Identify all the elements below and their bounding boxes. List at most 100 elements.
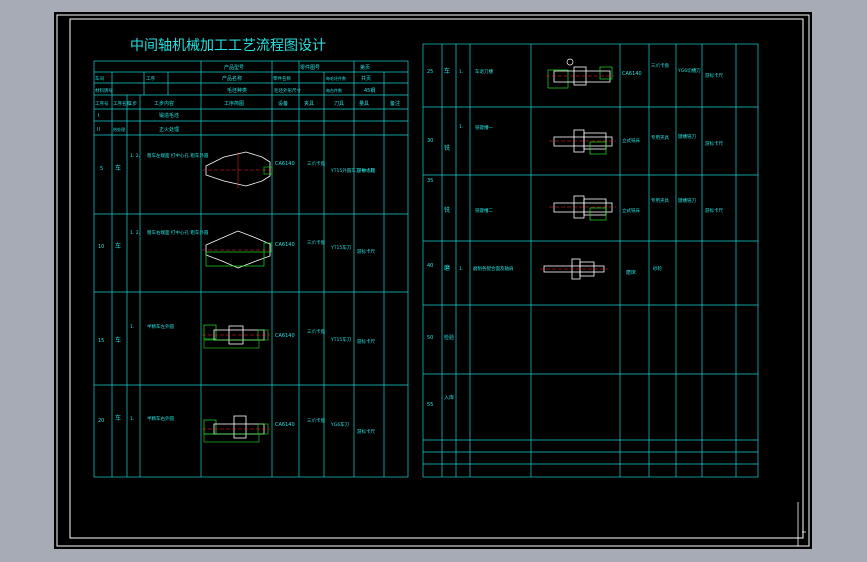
left-table-grid <box>93 60 409 478</box>
right-table-grid <box>422 43 759 478</box>
row-fixture: 三爪卡盘 <box>307 239 325 246</box>
row-tool: YT15车刀 <box>330 244 352 251</box>
sketch-op25 <box>546 58 614 89</box>
workshop-label: 车间 <box>95 75 104 82</box>
row-no: 55 <box>427 402 433 408</box>
sketch-op40 <box>540 258 608 280</box>
sketch-op15 <box>202 324 270 349</box>
row-no: 40 <box>427 263 433 269</box>
row-step: 1. <box>130 324 134 330</box>
drawing-title: 中间轴机械加工工艺流程图设计 <box>130 38 326 54</box>
col-header-fixture: 夹具 <box>304 100 314 107</box>
row-step: 1. <box>130 416 134 422</box>
row-fixture: 三爪卡盘 <box>307 328 325 335</box>
sketch-op35 <box>549 195 616 221</box>
row-no: I <box>98 113 99 119</box>
right-row-30: 30 铣 1. 铣键槽一 立式铣床 专用夹具 键槽铣刀 游标卡尺 <box>427 124 723 152</box>
row-content: 铣键槽二 <box>475 207 493 214</box>
row-equip: CA6140 <box>275 422 295 428</box>
row-equip: CA6140 <box>275 242 295 248</box>
blank-type-label: 毛坯种类 <box>227 87 247 94</box>
row-no: 15 <box>98 338 104 344</box>
process-flow-drawing: 中间轴机械加工工艺流程图设计 产品型号 零件图号 第页 产品名称 零件名称 车间… <box>56 14 810 547</box>
col-header-no: 工序号 <box>95 100 109 107</box>
row-name: 车 <box>115 242 121 250</box>
left-row-2: II 热处理 正火处理 <box>97 126 179 133</box>
row-no: 50 <box>427 335 433 341</box>
sketch-op10 <box>202 230 272 269</box>
total-sheet-label: 共页 <box>361 75 371 82</box>
right-row-55: 55 入库 <box>427 394 454 408</box>
row-equip: 磨床 <box>626 269 636 276</box>
product-name-label: 产品名称 <box>222 75 242 82</box>
row-step: 1. <box>459 124 463 130</box>
row-content: 粗车左端面 打中心孔 粗车外圆 <box>147 152 209 159</box>
row-equip: CA6140 <box>622 71 642 77</box>
row-name: 检验 <box>444 334 454 341</box>
row-name: 车 <box>444 67 450 75</box>
per-unit-label: 每台件数 <box>326 87 342 93</box>
row-tool: YG6切槽刀 <box>677 67 701 74</box>
row-fixture: 三爪卡盘 <box>307 160 325 167</box>
per-blank-label: 每毛坯件数 <box>326 75 346 81</box>
row-step: 1. <box>459 69 463 75</box>
row-gauge: 游标卡尺 <box>357 248 375 255</box>
row-name: 车 <box>115 164 121 172</box>
row-equip: 立式铣床 <box>622 137 640 144</box>
right-row-40: 40 磨 1. 磨削各配合面及轴肩 磨床 砂轮 <box>427 263 662 276</box>
row-gauge: 游标卡尺 <box>705 140 723 147</box>
sketch-op30 <box>549 129 616 155</box>
row-name: 铣 <box>444 206 450 214</box>
row-content: 锻造毛坯 <box>159 112 179 119</box>
row-content: 磨削各配合面及轴肩 <box>473 265 514 272</box>
row-equip: CA6140 <box>275 333 295 339</box>
blank-size-label: 毛坯外形尺寸 <box>274 87 301 94</box>
row-content: 半精车右外圆 <box>147 415 174 422</box>
row-no: 35 <box>427 178 433 184</box>
part-no-label: 零件图号 <box>300 64 320 71</box>
row-fixture: 三爪卡盘 <box>307 417 325 424</box>
col-header-step: 工步 <box>128 101 137 107</box>
row-no: 20 <box>98 418 104 424</box>
row-content: 半精车左外圆 <box>147 323 174 330</box>
row-tool: YT15车刀 <box>330 336 352 343</box>
row-step: 1. <box>459 266 463 272</box>
row-no: II <box>97 127 100 133</box>
row-fixture: 三爪卡盘 <box>651 62 669 69</box>
row-no: 30 <box>427 138 433 144</box>
row-step: 1. 2. <box>130 153 140 159</box>
row-name: 磨 <box>444 264 450 272</box>
left-table-header: 产品型号 零件图号 第页 产品名称 零件名称 车间 工序 共页 材料牌号 45钢… <box>95 64 375 94</box>
sketch-op20 <box>202 415 270 443</box>
row-name: 热处理 <box>113 126 125 132</box>
material-label: 材料牌号 <box>95 87 113 94</box>
row-name: 铣 <box>444 144 450 152</box>
row-tool: YG6车刀 <box>330 421 350 428</box>
row-tool: 键槽铣刀 <box>678 133 696 140</box>
left-row-20: 20 车 1. 半精车右外圆 CA6140 三爪卡盘 YG6车刀 游标卡尺 <box>98 414 375 435</box>
row-equip: 立式铣床 <box>622 207 640 214</box>
row-tool: 砂轮 <box>653 265 662 272</box>
sketch-op5 <box>202 151 273 188</box>
left-row-1: I 锻造毛坯 <box>98 112 179 119</box>
right-row-25: 25 车 1. 车退刀槽 CA6140 三爪卡盘 YG6切槽刀 游标卡尺 <box>427 62 723 79</box>
row-gauge: 游标卡尺 <box>357 167 375 174</box>
left-row-10: 10 车 1. 2. 粗车右端面 打中心孔 粗车外圆 CA6140 三爪卡盘 Y… <box>98 229 375 255</box>
col-header-remark: 备注 <box>390 100 400 107</box>
col-header-content: 工步内容 <box>154 100 174 107</box>
product-model-label: 产品型号 <box>224 64 244 71</box>
process-label: 工序 <box>146 75 155 82</box>
col-header-sketch: 工序简图 <box>224 100 244 107</box>
row-gauge: 游标卡尺 <box>705 207 723 214</box>
col-header-equip: 设备 <box>278 100 288 107</box>
row-tool: 键槽铣刀 <box>678 197 696 204</box>
row-name: 车 <box>115 336 121 344</box>
drawing-sheet: 中间轴机械加工工艺流程图设计 产品型号 零件图号 第页 产品名称 零件名称 车间… <box>54 12 812 549</box>
row-step: 1. 2. <box>130 230 140 236</box>
row-content: 粗车右端面 打中心孔 粗车外圆 <box>147 229 209 236</box>
row-gauge: 游标卡尺 <box>357 338 375 345</box>
row-name: 车 <box>115 414 121 422</box>
row-gauge: 游标卡尺 <box>357 428 375 435</box>
row-no: 5 <box>100 166 103 172</box>
sheet-corner-marks <box>797 502 806 546</box>
